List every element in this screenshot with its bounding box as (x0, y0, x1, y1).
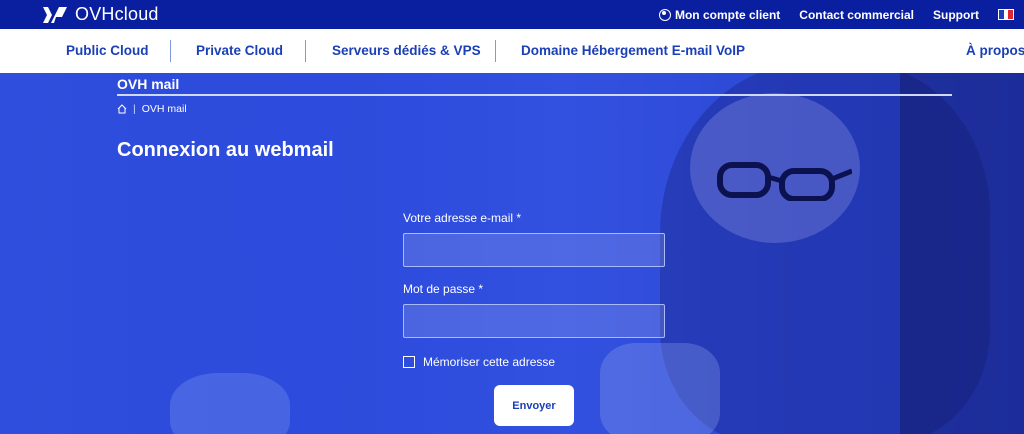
background-shape (170, 373, 290, 434)
home-icon[interactable] (117, 104, 127, 114)
nav-item-public-cloud[interactable]: Public Cloud (66, 29, 149, 73)
breadcrumb: | OVH mail (117, 103, 187, 115)
title-divider (117, 94, 952, 96)
account-link-label: Mon compte client (674, 7, 781, 22)
page-title: OVH mail (117, 76, 180, 92)
submit-button[interactable]: Envoyer (494, 385, 574, 426)
contact-link[interactable]: Contact commercial (799, 8, 914, 22)
breadcrumb-current: OVH mail (141, 103, 187, 115)
email-field[interactable] (403, 233, 665, 267)
breadcrumb-separator: | (133, 103, 136, 115)
glasses-illustration (717, 162, 852, 201)
logo-text: OVHcloud (75, 4, 159, 24)
ovhcloud-logo[interactable]: OVHcloud (41, 4, 159, 25)
nav-separator (170, 40, 171, 62)
user-icon (658, 8, 671, 21)
account-link[interactable]: Mon compte client (658, 7, 781, 22)
nav-item-domain-hosting[interactable]: Domaine Hébergement E-mail VoIP (521, 29, 745, 73)
page-heading: Connexion au webmail (117, 139, 334, 161)
nav-item-dedicated-servers[interactable]: Serveurs dédiés & VPS (332, 29, 481, 73)
main-nav: Public Cloud Private Cloud Serveurs dédi… (0, 29, 1024, 73)
password-field[interactable] (403, 304, 665, 338)
remember-row: Mémoriser cette adresse (403, 355, 555, 369)
nav-separator (495, 40, 496, 62)
top-links: Mon compte client Contact commercial Sup… (640, 0, 1014, 29)
background-shape (900, 73, 1024, 434)
nav-item-private-cloud[interactable]: Private Cloud (196, 29, 283, 73)
nav-separator (305, 40, 306, 62)
password-label: Mot de passe * (403, 282, 484, 296)
support-link[interactable]: Support (933, 8, 979, 22)
remember-checkbox[interactable] (403, 356, 415, 368)
ovhcloud-logo-icon (43, 6, 67, 23)
nav-item-about[interactable]: À propos (966, 29, 1024, 73)
background-shape (600, 343, 720, 434)
top-bar: OVHcloud Mon compte client Contact comme… (0, 0, 1024, 29)
remember-label[interactable]: Mémoriser cette adresse (423, 355, 555, 369)
email-label: Votre adresse e-mail * (403, 211, 522, 225)
french-flag-icon[interactable] (998, 9, 1014, 20)
